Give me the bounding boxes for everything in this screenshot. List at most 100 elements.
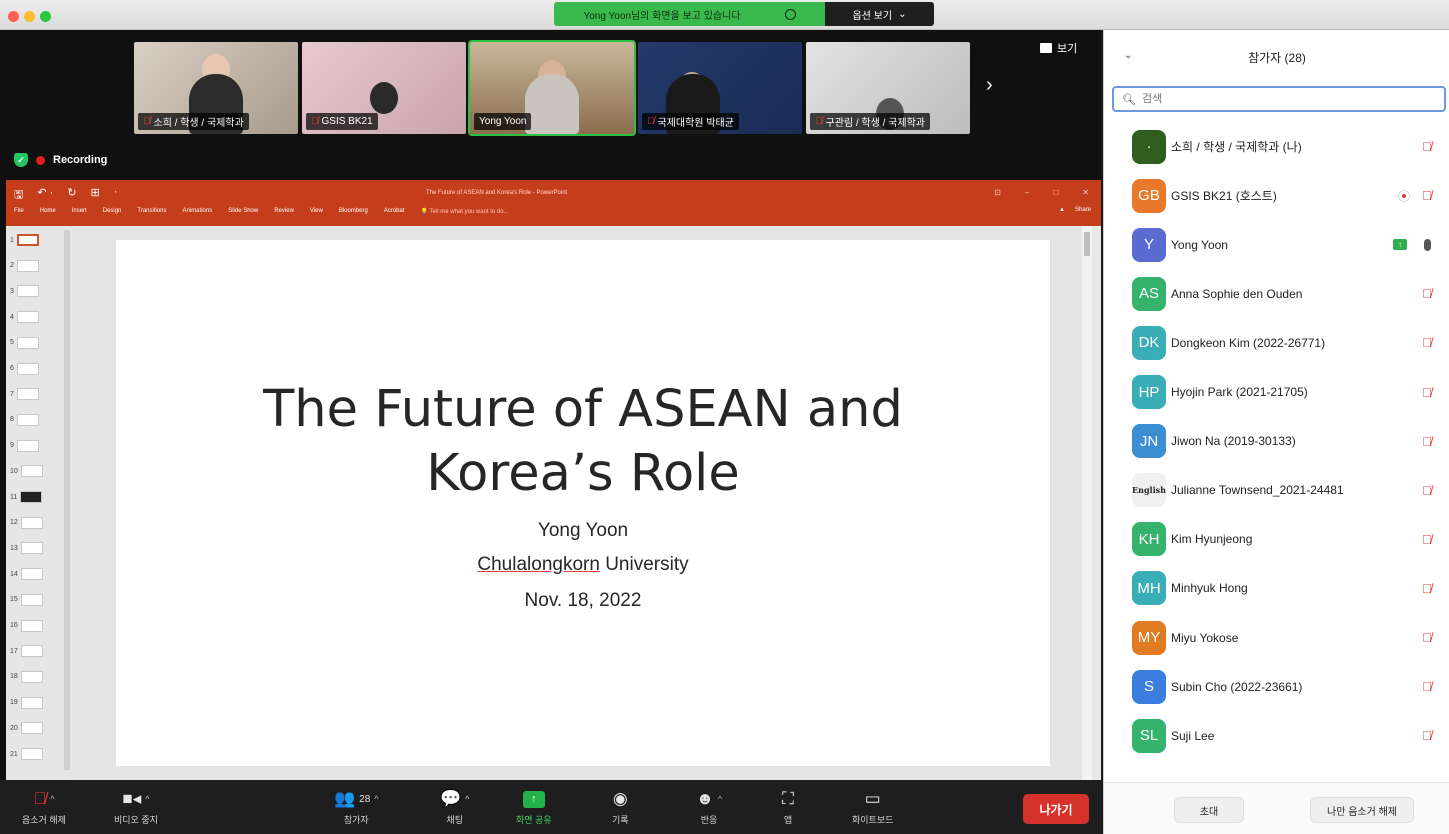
participant-row[interactable]: English Julianne Townsend_2021-24481 🎙̸ xyxy=(1104,466,1449,515)
mic-muted-icon[interactable]: 🎙̸ xyxy=(1422,679,1432,694)
slide-thumbnail[interactable] xyxy=(20,542,43,555)
mic-muted-icon[interactable]: 🎙̸ xyxy=(1422,532,1432,547)
participant-row[interactable]: AS Anna Sophie den Ouden 🎙̸ xyxy=(1104,269,1449,318)
participant-row[interactable]: Y Yong Yoon ↑ xyxy=(1104,220,1449,269)
mic-muted-icon[interactable]: 🎙̸ xyxy=(1422,483,1432,498)
tab-view[interactable]: View xyxy=(310,208,323,215)
slide-thumbnail-item[interactable]: 10 xyxy=(10,465,43,478)
slide-thumbnail[interactable] xyxy=(20,568,43,581)
slide-thumbnail-item[interactable]: 13 xyxy=(10,542,43,555)
slide-thumbnail-item[interactable]: 19 xyxy=(10,696,43,709)
video-thumbnail[interactable]: 🎙̸ GSIS BK21 xyxy=(302,42,466,134)
participant-row[interactable]: MY Miyu Yokose 🎙̸ xyxy=(1104,613,1449,662)
slide-thumbnail-item[interactable]: 1 xyxy=(10,234,39,246)
unmute-me-button[interactable]: 나만 음소거 해제 xyxy=(1310,797,1414,823)
mic-muted-icon[interactable]: 🎙̸ xyxy=(1422,728,1432,743)
tab-home[interactable]: Home xyxy=(40,208,56,215)
slide-thumbnail-item[interactable]: 5 xyxy=(10,336,39,349)
ppt-share-button[interactable]: Share xyxy=(1075,207,1091,213)
slide-thumbnail-item[interactable]: 11 xyxy=(10,491,43,503)
slide-thumbnail[interactable] xyxy=(20,645,43,658)
participant-row[interactable]: GB GSIS BK21 (호스트) 🎙̸ xyxy=(1104,171,1449,220)
slide-thumbnail-item[interactable]: 21 xyxy=(10,748,43,760)
minimize-icon[interactable]: – xyxy=(1025,188,1029,197)
video-thumbnail[interactable]: 🎙̸ 국제대학원 박태균 xyxy=(638,42,802,134)
mic-muted-icon[interactable]: 🎙̸ xyxy=(1422,630,1432,645)
slide-thumbnail[interactable] xyxy=(16,259,39,272)
participant-row[interactable]: JN Jiwon Na (2019-30133) 🎙̸ xyxy=(1104,417,1449,466)
whiteboard-button[interactable]: ▭ 화이트보드 xyxy=(852,788,893,826)
mic-muted-icon[interactable]: 🎙̸ xyxy=(1422,139,1432,154)
chevron-up-icon[interactable]: ^ xyxy=(374,794,378,804)
participant-row[interactable]: KH Kim Hyunjeong 🎙̸ xyxy=(1104,515,1449,564)
redo-icon[interactable]: ↻ xyxy=(67,186,76,205)
slide-thumbnail-item[interactable]: 12 xyxy=(10,516,43,529)
participant-row[interactable]: · 소희 / 학생 / 국제학과 (나) 🎙̸ xyxy=(1104,122,1449,171)
thumbnail-scrollbar[interactable] xyxy=(64,230,70,770)
slide-thumbnail-item[interactable]: 3 xyxy=(10,285,39,298)
slide-thumbnail[interactable] xyxy=(16,234,39,246)
tab-file[interactable]: File xyxy=(14,208,24,215)
chevron-up-icon[interactable]: ^ xyxy=(718,794,722,804)
slide-thumbnail[interactable] xyxy=(16,413,39,426)
slide-thumbnail-item[interactable]: 16 xyxy=(10,619,43,632)
participant-row[interactable]: S Subin Cho (2022-23661) 🎙̸ xyxy=(1104,662,1449,711)
tab-transitions[interactable]: Transitions xyxy=(137,208,166,215)
slide-thumbnail[interactable] xyxy=(20,722,43,735)
zoom-window-button[interactable] xyxy=(40,11,51,22)
mic-muted-icon[interactable]: 🎙̸ xyxy=(1422,434,1432,449)
slide-thumbnail[interactable] xyxy=(16,285,39,298)
mic-muted-icon[interactable]: 🎙̸ xyxy=(1422,188,1432,203)
slide-thumbnail[interactable] xyxy=(16,336,39,349)
unmute-button[interactable]: 🎙̸ ^ 음소거 해제 xyxy=(22,788,66,826)
slide-thumbnail[interactable] xyxy=(16,362,39,375)
slide-thumbnail-item[interactable]: 8 xyxy=(10,413,39,426)
mic-muted-icon[interactable]: 🎙̸ xyxy=(1422,335,1432,350)
customize-icon[interactable]: · xyxy=(114,186,118,205)
apps-button[interactable]: ⛶ 앱 xyxy=(782,788,794,826)
slide-thumbnail[interactable] xyxy=(20,491,43,503)
tell-me-search[interactable]: 💡 Tell me what you want to do... xyxy=(421,208,509,215)
maximize-icon[interactable]: □ xyxy=(1053,188,1058,197)
slide-thumbnail-item[interactable]: 15 xyxy=(10,593,43,606)
encryption-shield-icon[interactable]: ✓ xyxy=(14,153,28,167)
participant-row[interactable]: SL Suji Lee 🎙̸ xyxy=(1104,711,1449,760)
video-thumbnail[interactable]: 🎙̸ 소희 / 학생 / 국제학과 xyxy=(134,42,298,134)
share-screen-button[interactable]: ↑ 화면 공유 xyxy=(516,788,552,826)
undo-icon[interactable]: ↶ · xyxy=(37,186,53,205)
chat-button[interactable]: 💬 ^ 채팅 xyxy=(440,788,469,826)
minimize-window-button[interactable] xyxy=(24,11,35,22)
record-button[interactable]: ◉ 기록 xyxy=(612,788,629,826)
slide-thumbnail-item[interactable]: 9 xyxy=(10,439,39,452)
participant-search-input[interactable] xyxy=(1141,93,1422,105)
view-layout-button[interactable]: 보기 xyxy=(1040,40,1077,56)
view-options-button[interactable]: 옵션 보기 ⌄ xyxy=(825,2,934,26)
tab-slide-show[interactable]: Slide Show xyxy=(228,208,258,215)
slide-thumbnail[interactable] xyxy=(20,748,43,760)
leave-meeting-button[interactable]: 나가기 xyxy=(1023,794,1089,824)
tab-design[interactable]: Design xyxy=(103,208,122,215)
tab-acrobat[interactable]: Acrobat xyxy=(384,208,405,215)
ribbon-options-icon[interactable]: ⊡ xyxy=(994,188,1001,197)
tab-animations[interactable]: Animations xyxy=(183,208,213,215)
slide-thumbnail[interactable] xyxy=(20,516,43,529)
mic-on-icon[interactable] xyxy=(1424,238,1431,251)
slide-thumbnail[interactable] xyxy=(16,388,39,401)
slide-thumbnail[interactable] xyxy=(20,465,43,478)
slide-vertical-scrollbar[interactable] xyxy=(1082,226,1092,780)
slide-thumbnail-item[interactable]: 7 xyxy=(10,388,39,401)
participant-row[interactable]: MH Minhyuk Hong 🎙̸ xyxy=(1104,564,1449,613)
slide-thumbnail[interactable] xyxy=(20,593,43,606)
chevron-up-icon[interactable]: ^ xyxy=(50,794,54,804)
recording-label[interactable]: Recording xyxy=(53,154,107,166)
slide-thumbnail-item[interactable]: 18 xyxy=(10,670,43,683)
slide-thumbnail-item[interactable]: 2 xyxy=(10,259,39,272)
save-icon[interactable]: 🖫 xyxy=(14,186,23,205)
participant-search-box[interactable]: 🔍︎ xyxy=(1112,86,1446,112)
slide-thumbnail[interactable] xyxy=(16,311,39,324)
close-icon[interactable]: ✕ xyxy=(1082,188,1089,197)
slide-thumbnail[interactable] xyxy=(20,619,43,632)
stop-video-button[interactable]: ■◂ ^ 비디오 중지 xyxy=(114,788,158,826)
mic-muted-icon[interactable]: 🎙̸ xyxy=(1422,581,1432,596)
invite-button[interactable]: 초대 xyxy=(1174,797,1244,823)
